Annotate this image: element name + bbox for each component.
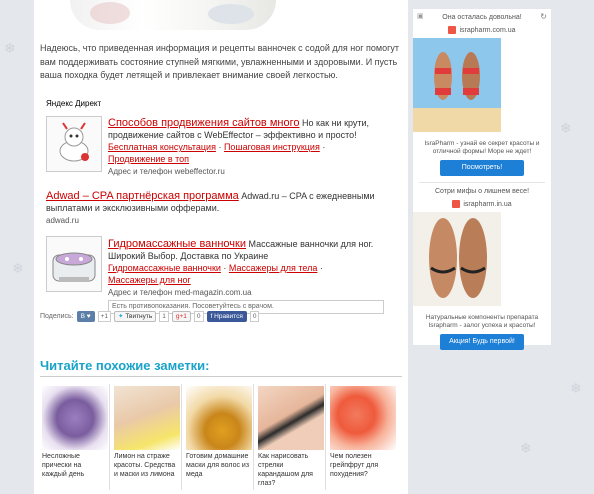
ad-sitelink[interactable]: Массажеры для тела [229, 263, 317, 273]
site-logo-icon [448, 26, 457, 34]
ad-photo[interactable] [413, 38, 501, 132]
tweet-count: 1 [159, 311, 169, 322]
related-card[interactable]: Как нарисовать стрелки карандашом для гл… [256, 384, 326, 490]
ad-sitelink[interactable]: Бесплатная консультация [108, 142, 216, 152]
snowflake-decoration: ❄ [4, 40, 16, 56]
facebook-icon: f [210, 313, 213, 320]
vk-share-button[interactable]: В ♥ [76, 311, 95, 322]
related-caption[interactable]: Чем полезен грейпфрут для похудения? [328, 452, 398, 479]
related-caption[interactable]: Лимон на страже красоты. Средства и маск… [112, 452, 181, 479]
sidebar-ad-block[interactable]: Сотри мифы о лишнем весе! israpharm.in.u… [413, 188, 551, 350]
related-image[interactable] [330, 386, 396, 450]
sidebar-ad-widget: ▣ ↻ Она осталась довольна! israpharm.com… [412, 8, 552, 350]
related-card[interactable]: Лимон на страже красоты. Средства и маск… [112, 384, 182, 490]
ad-thumbnail[interactable] [46, 236, 102, 292]
article-image [70, 0, 276, 30]
snowflake-decoration: ❄ [560, 120, 572, 136]
fb-count: 0 [249, 311, 260, 322]
sidebar-ad-domain: israpharm.in.ua [413, 200, 551, 208]
ad-photo[interactable] [413, 212, 501, 306]
ad-thumbnail[interactable] [46, 116, 102, 172]
tweet-button[interactable]: ✦ Твитнуть [114, 311, 157, 322]
related-image[interactable] [114, 386, 180, 450]
sidebar-ad-domain: israpharm.com.ua [413, 26, 551, 34]
ad-sitelink[interactable]: Гидромассажные ванночки [108, 263, 221, 273]
refresh-icon[interactable]: ↻ [540, 12, 547, 21]
related-card[interactable]: Чем полезен грейпфрут для похудения? [328, 384, 398, 490]
ad-hydromassage: Гидромассажные ванночки Массажные ванноч… [108, 238, 404, 314]
ad-webeffector: Способов продвижения сайтов много Но как… [108, 117, 370, 176]
related-card[interactable]: Готовим домашние маски для волос из меда [184, 384, 254, 490]
twitter-bird-icon: ✦ [118, 313, 124, 320]
snowflake-decoration: ❄ [520, 440, 532, 456]
ad-sitelink[interactable]: Пошаговая инструкция [224, 142, 320, 152]
ad-title[interactable]: Способов продвижения сайтов много [108, 117, 299, 129]
ad-address-link[interactable]: Адрес и телефон [108, 167, 172, 176]
ad-sitelink[interactable]: Продвижение в топ [108, 154, 189, 164]
divider [419, 182, 545, 183]
sidebar-ad-head[interactable]: Она осталась довольна! [413, 14, 551, 21]
article-conclusion: Надеюсь, что приведенная информация и ре… [40, 43, 399, 80]
share-label: Поделись: [40, 313, 74, 320]
ad-sitelink[interactable]: Массажеры для ног [108, 275, 191, 285]
ad-domain: webeffector.ru [174, 167, 225, 176]
sidebar-ad-head[interactable]: Сотри мифы о лишнем весе! [413, 188, 551, 195]
related-image[interactable] [186, 386, 252, 450]
sidebar-ad-text: Натуральные компоненты препарата Israpha… [425, 314, 539, 329]
vk-count: +1 [97, 311, 112, 322]
sidebar-ad-button[interactable]: Посмотреть! [440, 160, 524, 176]
related-caption[interactable]: Несложные прически на каждый день [40, 452, 109, 479]
sidebar-ad-button[interactable]: Акция! Будь первой! [440, 334, 524, 350]
heart-icon: ♥ [86, 313, 91, 320]
ad-title[interactable]: Adwad – CPA партнёрская программа [46, 190, 239, 202]
related-caption[interactable]: Как нарисовать стрелки карандашом для гл… [256, 452, 325, 488]
site-logo-icon [452, 200, 461, 208]
gplus-count: 0 [193, 311, 204, 322]
related-card[interactable]: Несложные прически на каждый день [40, 384, 110, 490]
ad-domain: adwad.ru [46, 216, 79, 225]
sidebar-ad-text: IsraPharm - узнай ее секрет красоты и от… [424, 140, 540, 155]
adchoices-icon[interactable]: ▣ [417, 12, 424, 20]
sidebar-ad-block[interactable]: Она осталась довольна! israpharm.com.ua … [413, 14, 551, 176]
snowflake-decoration: ❄ [12, 260, 24, 276]
related-title: Читайте похожие заметки: [40, 358, 210, 373]
divider [40, 376, 402, 377]
ad-domain: med-magazin.com.ua [174, 288, 252, 297]
ad-address-link[interactable]: Адрес и телефон [108, 288, 172, 297]
ad-title[interactable]: Гидромассажные ванночки [108, 238, 246, 250]
fb-like-button[interactable]: f Нравится [206, 311, 247, 322]
gplus-button[interactable]: g+1 [171, 311, 191, 322]
related-image[interactable] [258, 386, 324, 450]
share-bar: Поделись: В ♥ +1 ✦ Твитнуть 1 g+1 0 f Нр… [40, 311, 260, 322]
related-caption[interactable]: Готовим домашние маски для волос из меда [184, 452, 253, 479]
yandex-direct-label[interactable]: Яндекс Директ [46, 99, 101, 108]
snowflake-decoration: ❄ [570, 380, 582, 396]
related-image[interactable] [42, 386, 108, 450]
main-content: Надеюсь, что приведенная информация и ре… [34, 0, 408, 494]
ad-adwad: Adwad – CPA партнёрская программа Adwad.… [46, 190, 402, 227]
